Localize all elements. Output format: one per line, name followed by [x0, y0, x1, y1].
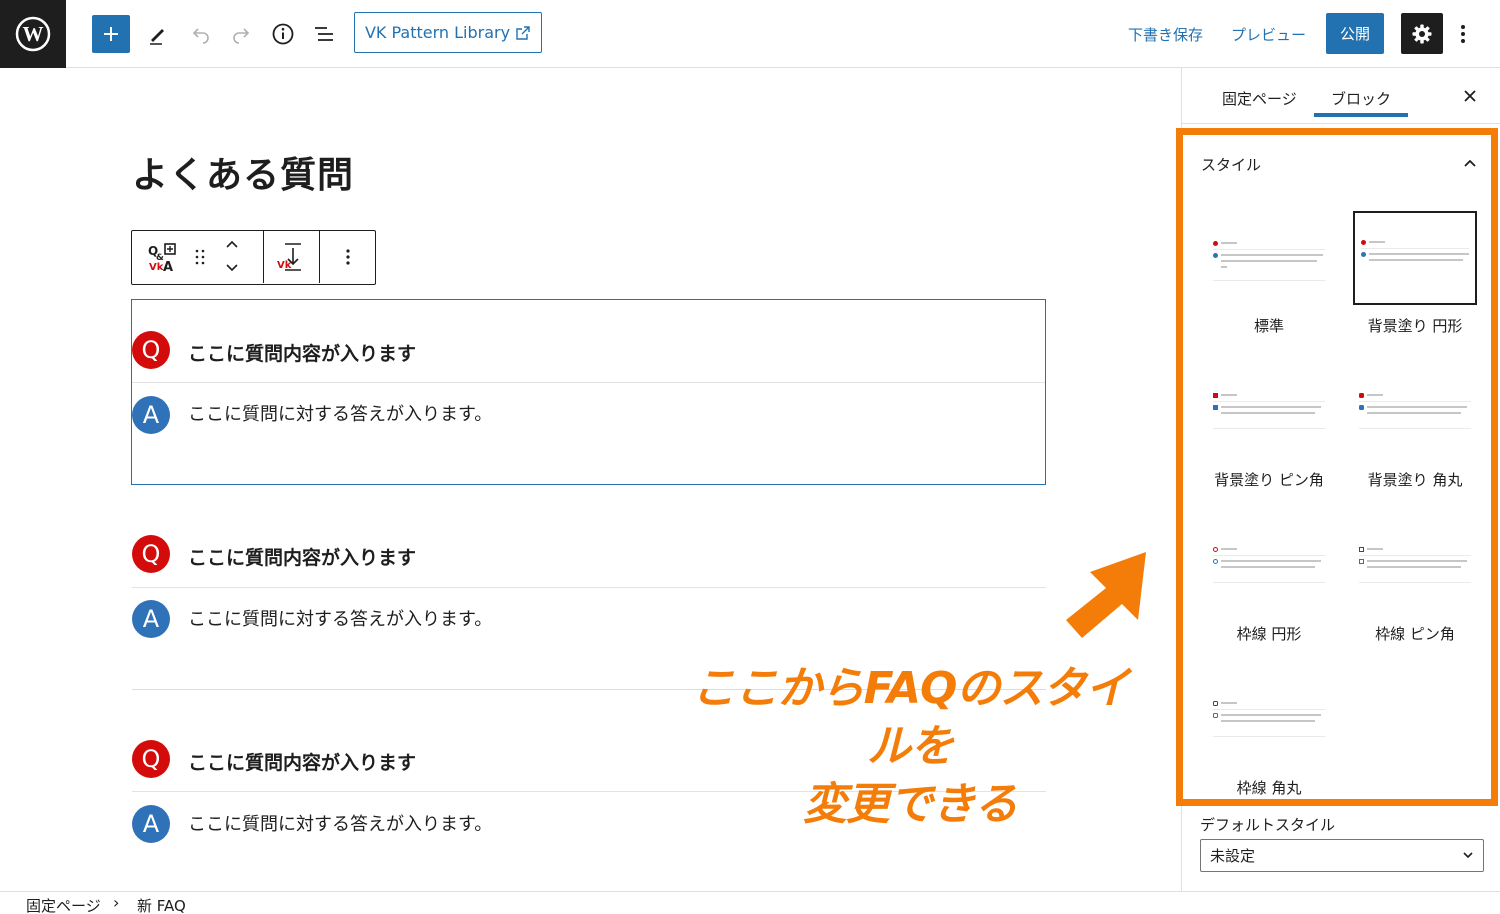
- list-view-icon: [315, 27, 333, 41]
- answer-badge: A: [132, 805, 170, 843]
- selected-faq-block-outline[interactable]: [131, 299, 1046, 485]
- faq-question[interactable]: ここに質問内容が入ります: [188, 339, 416, 366]
- wordpress-icon: W: [15, 16, 51, 52]
- external-link-icon: [516, 25, 530, 40]
- info-icon: [272, 23, 294, 45]
- move-down-button[interactable]: [218, 255, 246, 281]
- default-style-select[interactable]: 未設定: [1200, 839, 1484, 872]
- faq-answer[interactable]: ここに質問に対する答えが入ります。: [188, 810, 492, 836]
- faq-separator: [132, 382, 1045, 383]
- redo-icon: [233, 28, 250, 44]
- preview-button[interactable]: プレビュー: [1231, 20, 1306, 48]
- pencil-icon: [150, 29, 164, 45]
- faq-separator: [132, 587, 1046, 588]
- faq-block-icon: Q & Vk A: [148, 243, 176, 272]
- add-block-button[interactable]: [92, 15, 130, 53]
- drag-handle-icon: [195, 249, 205, 265]
- undo-icon: [192, 28, 209, 44]
- annotation-line-2: 変更できる: [802, 779, 1018, 830]
- block-type-button[interactable]: Q & Vk A: [136, 231, 188, 283]
- block-breadcrumb: 固定ページ › 新 FAQ: [0, 891, 1500, 914]
- gear-icon: [1412, 24, 1432, 43]
- annotation-line-1: ここからFAQのスタイルを: [691, 663, 1130, 772]
- undo-button[interactable]: [185, 18, 217, 50]
- list-view-button[interactable]: [308, 18, 340, 50]
- chevron-up-icon: [226, 240, 238, 248]
- breadcrumb-item[interactable]: 固定ページ: [26, 895, 101, 914]
- svg-text:Vk: Vk: [277, 260, 292, 271]
- faq-question[interactable]: ここに質問内容が入ります: [188, 748, 416, 775]
- faq-answer[interactable]: ここに質問に対する答えが入ります。: [188, 400, 492, 426]
- edit-tool-button[interactable]: [142, 18, 174, 50]
- annotation-callout: ここからFAQのスタイルを 変更できる: [690, 660, 1130, 834]
- vk-pattern-library-button[interactable]: VK Pattern Library: [354, 12, 542, 53]
- publish-button[interactable]: 公開: [1326, 13, 1384, 54]
- tabs-divider: [1182, 123, 1500, 124]
- drag-handle[interactable]: [188, 231, 212, 283]
- faq-question[interactable]: ここに質問内容が入ります: [188, 543, 416, 570]
- breadcrumb-separator: ›: [113, 893, 120, 912]
- options-menu-button[interactable]: [1452, 18, 1474, 50]
- page-title[interactable]: よくある質問: [132, 146, 354, 198]
- styles-highlight-frame: [1176, 128, 1498, 806]
- editor-header: W VK Pattern Library 下書き保存 プレビュー 公開: [0, 0, 1500, 68]
- default-style-label: デフォルトスタイル: [1200, 816, 1336, 834]
- breadcrumb-item[interactable]: 新 FAQ: [137, 895, 186, 914]
- answer-badge: A: [132, 600, 170, 638]
- svg-text:W: W: [23, 22, 44, 46]
- save-draft-button[interactable]: 下書き保存: [1128, 20, 1203, 48]
- vk-pattern-library-label: VK Pattern Library: [364, 23, 511, 42]
- tab-block[interactable]: ブロック: [1331, 80, 1391, 116]
- question-badge: Q: [132, 740, 170, 778]
- chevron-down-icon: [226, 264, 238, 272]
- vk-spacer-icon: Vk: [277, 243, 301, 271]
- redo-button[interactable]: [225, 18, 257, 50]
- block-options-button[interactable]: [320, 231, 375, 283]
- vk-block-setting-button[interactable]: Vk: [264, 231, 320, 283]
- block-toolbar: Q & Vk A Vk: [131, 230, 376, 285]
- details-button[interactable]: [267, 18, 299, 50]
- wordpress-logo-button[interactable]: W: [0, 0, 66, 68]
- default-style-value: 未設定: [1210, 847, 1256, 865]
- active-tab-indicator: [1314, 113, 1408, 117]
- chevron-down-icon: [1463, 852, 1473, 859]
- faq-answer[interactable]: ここに質問に対する答えが入ります。: [188, 605, 492, 631]
- question-badge: Q: [132, 535, 170, 573]
- svg-text:Vk: Vk: [149, 262, 164, 272]
- answer-badge: A: [132, 396, 170, 434]
- more-vertical-icon: [1461, 25, 1465, 43]
- svg-text:A: A: [163, 260, 173, 272]
- plus-icon: [104, 27, 118, 41]
- move-up-button[interactable]: [218, 231, 246, 257]
- close-sidebar-button[interactable]: [1458, 82, 1482, 110]
- tab-page[interactable]: 固定ページ: [1222, 80, 1297, 116]
- more-vertical-icon: [345, 249, 350, 265]
- settings-button[interactable]: [1401, 13, 1443, 54]
- annotation-arrow-icon: [1066, 552, 1146, 638]
- question-badge: Q: [132, 331, 170, 369]
- close-icon: [1464, 90, 1476, 102]
